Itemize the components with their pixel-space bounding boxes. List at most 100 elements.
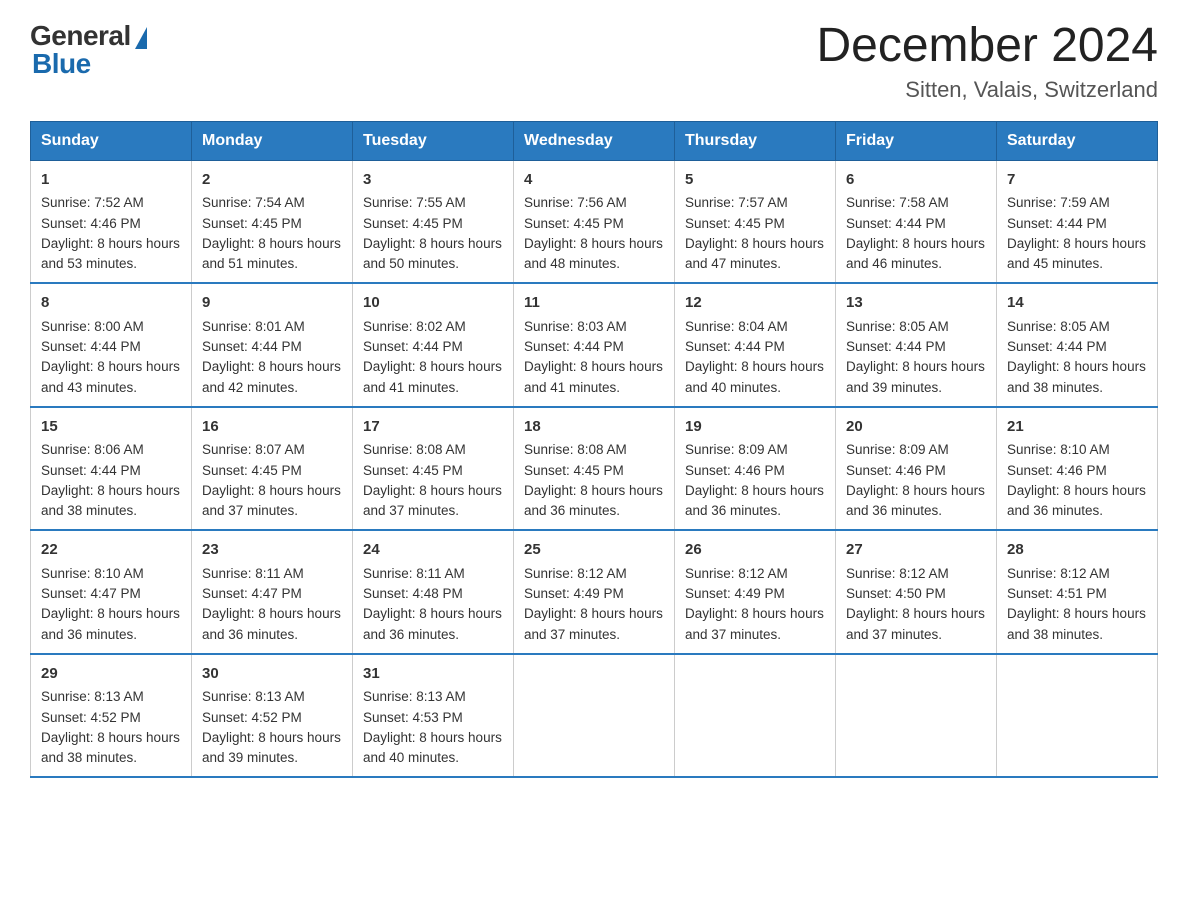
day-number: 18 [524,416,664,439]
daylight-text: Daylight: 8 hours hours [1007,236,1146,251]
daylight-minutes: and 50 minutes. [363,256,459,271]
sunset-text: Sunset: 4:44 PM [846,339,946,354]
sunrise-text: Sunrise: 8:08 AM [524,442,627,457]
sunrise-text: Sunrise: 8:13 AM [41,689,144,704]
daylight-text: Daylight: 8 hours hours [524,236,663,251]
calendar-cell [836,654,997,778]
sunrise-text: Sunrise: 8:12 AM [846,566,949,581]
sunset-text: Sunset: 4:44 PM [41,463,141,478]
day-number: 17 [363,416,503,439]
calendar-cell: 29Sunrise: 8:13 AMSunset: 4:52 PMDayligh… [31,654,192,778]
day-number: 3 [363,169,503,192]
logo-triangle-icon [135,27,147,49]
header-saturday: Saturday [997,121,1158,160]
daylight-minutes: and 37 minutes. [524,627,620,642]
calendar-cell: 4Sunrise: 7:56 AMSunset: 4:45 PMDaylight… [514,160,675,283]
day-number: 30 [202,663,342,686]
sunrise-text: Sunrise: 8:02 AM [363,319,466,334]
sunset-text: Sunset: 4:51 PM [1007,586,1107,601]
sunrise-text: Sunrise: 8:08 AM [363,442,466,457]
day-number: 4 [524,169,664,192]
header-sunday: Sunday [31,121,192,160]
daylight-minutes: and 36 minutes. [524,503,620,518]
day-number: 23 [202,539,342,562]
daylight-minutes: and 39 minutes. [202,750,298,765]
daylight-text: Daylight: 8 hours hours [685,359,824,374]
sunset-text: Sunset: 4:45 PM [685,216,785,231]
daylight-minutes: and 36 minutes. [363,627,459,642]
sunrise-text: Sunrise: 8:10 AM [1007,442,1110,457]
daylight-minutes: and 48 minutes. [524,256,620,271]
sunrise-text: Sunrise: 7:58 AM [846,195,949,210]
day-number: 29 [41,663,181,686]
sunset-text: Sunset: 4:45 PM [202,216,302,231]
daylight-text: Daylight: 8 hours hours [1007,483,1146,498]
sunrise-text: Sunrise: 8:12 AM [685,566,788,581]
daylight-text: Daylight: 8 hours hours [41,359,180,374]
sunset-text: Sunset: 4:49 PM [685,586,785,601]
day-number: 14 [1007,292,1147,315]
daylight-minutes: and 45 minutes. [1007,256,1103,271]
daylight-text: Daylight: 8 hours hours [363,483,502,498]
calendar-cell: 11Sunrise: 8:03 AMSunset: 4:44 PMDayligh… [514,283,675,407]
daylight-text: Daylight: 8 hours hours [202,359,341,374]
sunset-text: Sunset: 4:46 PM [685,463,785,478]
daylight-text: Daylight: 8 hours hours [524,359,663,374]
daylight-text: Daylight: 8 hours hours [363,359,502,374]
calendar-week-row: 15Sunrise: 8:06 AMSunset: 4:44 PMDayligh… [31,407,1158,531]
sunset-text: Sunset: 4:45 PM [202,463,302,478]
daylight-text: Daylight: 8 hours hours [363,236,502,251]
calendar-cell: 10Sunrise: 8:02 AMSunset: 4:44 PMDayligh… [353,283,514,407]
calendar-cell: 6Sunrise: 7:58 AMSunset: 4:44 PMDaylight… [836,160,997,283]
daylight-minutes: and 36 minutes. [1007,503,1103,518]
day-number: 20 [846,416,986,439]
sunrise-text: Sunrise: 7:57 AM [685,195,788,210]
day-number: 10 [363,292,503,315]
calendar-header-row: SundayMondayTuesdayWednesdayThursdayFrid… [31,121,1158,160]
daylight-minutes: and 37 minutes. [363,503,459,518]
page-header: General Blue December 2024 Sitten, Valai… [30,20,1158,103]
daylight-text: Daylight: 8 hours hours [41,483,180,498]
sunset-text: Sunset: 4:52 PM [202,710,302,725]
logo: General Blue [30,20,147,80]
header-monday: Monday [192,121,353,160]
daylight-minutes: and 38 minutes. [1007,380,1103,395]
daylight-text: Daylight: 8 hours hours [846,359,985,374]
sunset-text: Sunset: 4:46 PM [41,216,141,231]
day-number: 5 [685,169,825,192]
day-number: 27 [846,539,986,562]
daylight-minutes: and 40 minutes. [363,750,459,765]
sunrise-text: Sunrise: 8:13 AM [363,689,466,704]
sunrise-text: Sunrise: 8:09 AM [846,442,949,457]
day-number: 1 [41,169,181,192]
sunset-text: Sunset: 4:45 PM [363,216,463,231]
day-number: 24 [363,539,503,562]
sunrise-text: Sunrise: 8:05 AM [846,319,949,334]
sunrise-text: Sunrise: 8:00 AM [41,319,144,334]
calendar-cell: 25Sunrise: 8:12 AMSunset: 4:49 PMDayligh… [514,530,675,654]
calendar-table: SundayMondayTuesdayWednesdayThursdayFrid… [30,121,1158,779]
daylight-minutes: and 38 minutes. [41,750,137,765]
daylight-text: Daylight: 8 hours hours [1007,606,1146,621]
sunset-text: Sunset: 4:52 PM [41,710,141,725]
sunrise-text: Sunrise: 8:04 AM [685,319,788,334]
daylight-minutes: and 37 minutes. [685,627,781,642]
sunrise-text: Sunrise: 8:13 AM [202,689,305,704]
daylight-text: Daylight: 8 hours hours [846,236,985,251]
daylight-minutes: and 46 minutes. [846,256,942,271]
daylight-minutes: and 40 minutes. [685,380,781,395]
calendar-cell: 8Sunrise: 8:00 AMSunset: 4:44 PMDaylight… [31,283,192,407]
calendar-cell: 2Sunrise: 7:54 AMSunset: 4:45 PMDaylight… [192,160,353,283]
sunrise-text: Sunrise: 8:11 AM [363,566,465,581]
daylight-minutes: and 36 minutes. [202,627,298,642]
page-title: December 2024 [816,20,1158,73]
daylight-text: Daylight: 8 hours hours [202,730,341,745]
sunrise-text: Sunrise: 7:52 AM [41,195,144,210]
calendar-cell [675,654,836,778]
day-number: 26 [685,539,825,562]
daylight-text: Daylight: 8 hours hours [202,606,341,621]
daylight-text: Daylight: 8 hours hours [685,236,824,251]
sunset-text: Sunset: 4:44 PM [524,339,624,354]
daylight-minutes: and 37 minutes. [202,503,298,518]
daylight-minutes: and 41 minutes. [524,380,620,395]
